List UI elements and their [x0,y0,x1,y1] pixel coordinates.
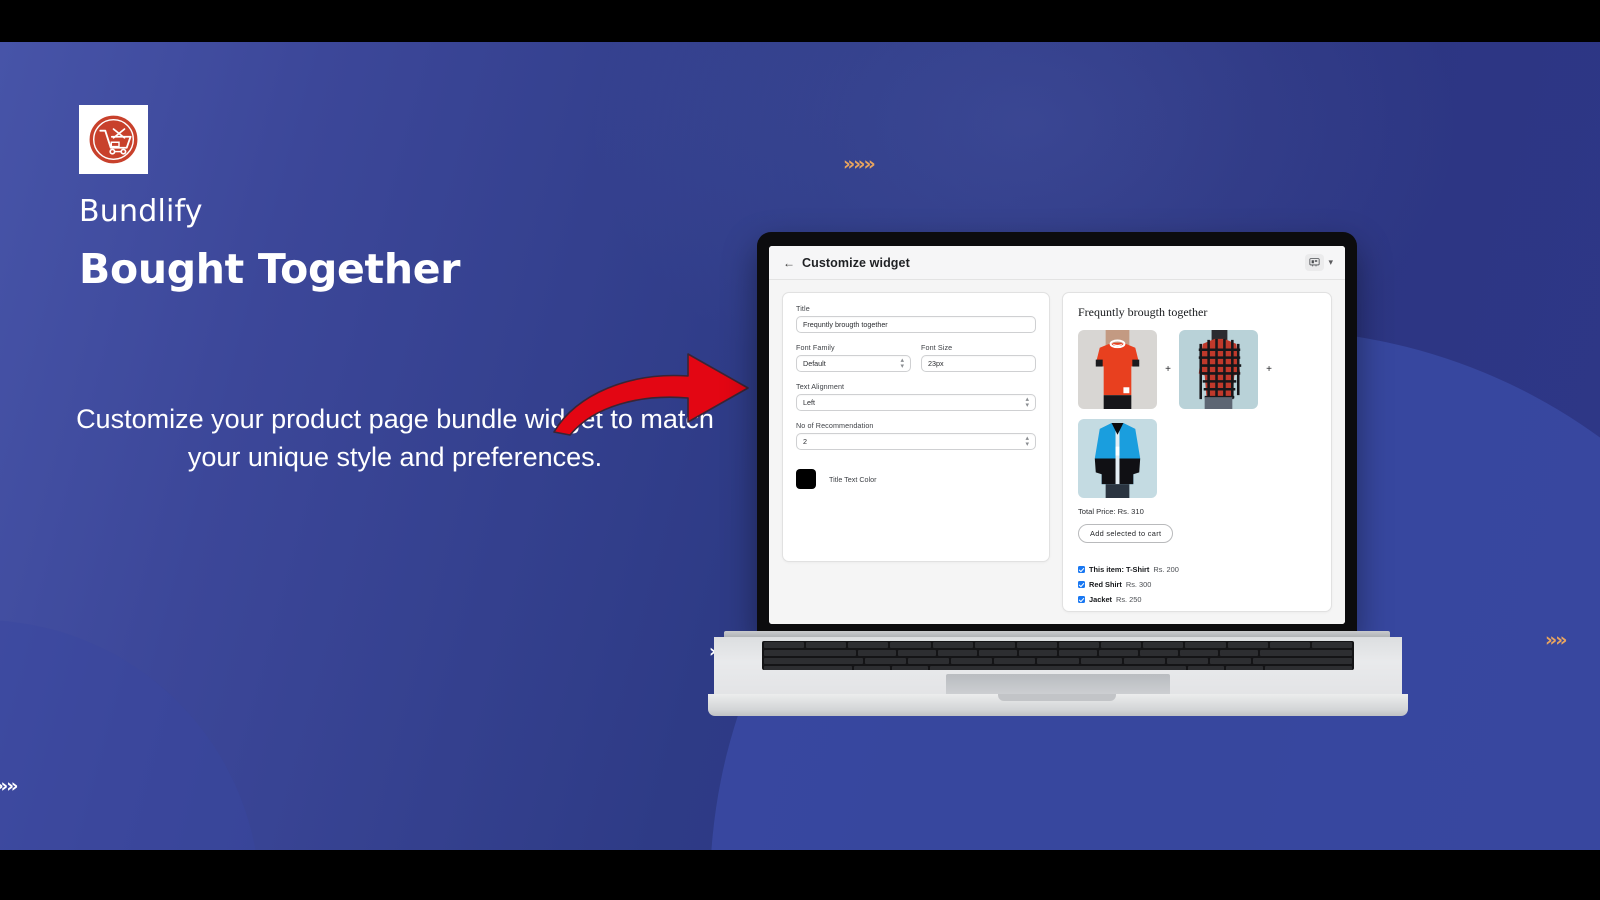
laptop-lid: ← Customize widget ▾ Title Frequntly bro… [757,232,1357,635]
chevron-decoration-bottom-left: »» [0,775,19,797]
blue-black-jacket-product-image[interactable] [1078,419,1157,498]
item-price: Rs. 200 [1153,565,1179,574]
plus-separator-2: + [1266,364,1272,375]
device-preview-icon[interactable] [1305,254,1325,271]
font-family-select[interactable]: Default ▴ ▾ [796,355,911,372]
item-name: This item: T-Shirt [1089,565,1150,574]
recommendations-label: No of Recommendation [796,421,874,430]
monitor-icon [1309,258,1321,267]
decorative-circle-bottom-left [0,620,260,850]
slide-canvas: »»» »» »» »» Bundlify Bought Together Cu… [0,0,1600,900]
plus-separator-1: + [1165,364,1171,375]
title-input[interactable]: Frequntly brougth together [796,316,1036,333]
text-alignment-value: Left [803,398,815,407]
product-grid: + + [1078,330,1316,498]
list-item[interactable]: Red Shirt Rs. 300 [1078,580,1316,589]
font-family-group: Font Family Default ▴ ▾ [796,343,911,372]
shopping-cart-in-circle-icon [89,115,138,164]
recommendations-value: 2 [803,437,807,446]
letterbox-top [0,0,1600,42]
app-header: ← Customize widget ▾ [769,246,1345,280]
title-field-label: Title [796,304,810,313]
preview-heading: Frequntly brougth together [1078,305,1208,319]
recommendations-select[interactable]: 2 ▴ ▾ [796,433,1036,450]
title-text-color-label: Title Text Color [829,474,877,484]
checkbox-checked-icon[interactable] [1078,596,1085,603]
back-arrow-icon[interactable]: ← [783,257,795,269]
chevron-decoration-right-edge: »» [1545,629,1568,651]
item-name: Jacket [1089,595,1113,604]
app-header-title: Customize widget [802,255,910,270]
bundle-items-list: This item: T-Shirt Rs. 200 Red Shirt Rs.… [1078,565,1316,604]
checkbox-checked-icon[interactable] [1078,566,1085,573]
red-plaid-shirt-product-image[interactable] [1179,330,1258,409]
add-selected-to-cart-button[interactable]: Add selected to cart [1078,524,1174,543]
font-family-value: Default [803,359,826,368]
stepper-icon: ▴ ▾ [900,356,904,370]
page-title: Bought Together [79,245,461,293]
laptop-front-notch [998,694,1116,701]
item-price: Rs. 250 [1116,595,1142,604]
checkbox-checked-icon[interactable] [1078,581,1085,588]
red-tshirt-product-image[interactable] [1078,330,1157,409]
app-logo [79,105,148,174]
item-price: Rs. 300 [1125,580,1152,589]
font-size-label: Font Size [921,343,953,352]
list-item[interactable]: Jacket Rs. 250 [1078,595,1316,604]
title-text-color-swatch[interactable] [796,469,816,489]
settings-panel: Title Frequntly brougth together Font Fa… [782,292,1050,562]
font-row: Font Family Default ▴ ▾ Font Size 23px [796,343,1036,382]
chevron-down-icon[interactable]: ▾ [1328,257,1333,268]
slide-background: »»» »» »» »» Bundlify Bought Together Cu… [0,42,1600,850]
font-size-input[interactable]: 23px [921,355,1036,372]
laptop-mockup: ← Customize widget ▾ Title Frequntly bro… [708,232,1413,747]
laptop-screen: ← Customize widget ▾ Title Frequntly bro… [769,246,1345,624]
font-size-group: Font Size 23px [921,343,1036,372]
title-field-group: Title Frequntly brougth together [796,304,1036,333]
total-price: Total Price: Rs. 310 [1078,507,1144,516]
text-alignment-group: Text Alignment Left ▴ ▾ [796,382,1036,411]
item-name: Red Shirt [1089,580,1122,589]
title-text-color-group: Title Text Color [796,469,1036,489]
font-family-label: Font Family [796,343,835,352]
text-alignment-label: Text Alignment [796,382,845,391]
grid-row-break [1078,409,1316,419]
brand-name: Bundlify [79,194,203,229]
laptop-keyboard [762,641,1354,670]
list-item[interactable]: This item: T-Shirt Rs. 200 [1078,565,1316,574]
recommendations-group: No of Recommendation 2 ▴ ▾ [796,421,1036,450]
app-body: Title Frequntly brougth together Font Fa… [769,280,1345,624]
widget-preview-panel: Frequntly brougth together + + Total Pri… [1062,292,1332,612]
text-alignment-select[interactable]: Left ▴ ▾ [796,394,1036,411]
stepper-icon: ▴ ▾ [1025,395,1029,409]
chevron-decoration-top: »»» [843,153,876,175]
stepper-icon: ▴ ▾ [1025,434,1029,448]
laptop-keyboard-deck [714,637,1402,699]
app-header-actions: ▾ [1305,254,1333,271]
letterbox-bottom [0,850,1600,900]
